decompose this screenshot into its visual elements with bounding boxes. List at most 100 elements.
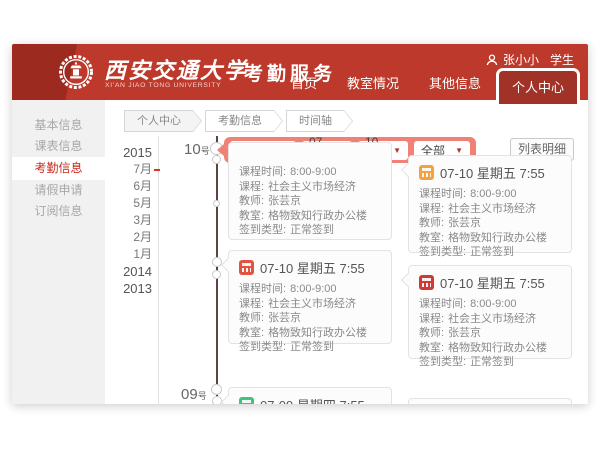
sidebar: 基本信息课表信息考勤信息请假申请订阅信息: [12, 100, 105, 404]
status-badge-icon: [419, 275, 434, 290]
card-header: 07-09 星期四 7:55: [229, 388, 391, 404]
timeline-rail-item[interactable]: 5月: [104, 195, 152, 212]
card-field-value: 社会主义市场经济: [448, 313, 536, 325]
card-field: 教师: 张芸京: [419, 326, 561, 341]
timeline-rail-item[interactable]: 3月: [104, 212, 152, 229]
timeline-rail-item[interactable]: 1月: [104, 246, 152, 263]
attendance-card[interactable]: [408, 398, 572, 404]
card-field-value: 格物致知行政办公楼: [448, 232, 547, 244]
card-field-value: 张芸京: [268, 312, 301, 324]
timeline-rail-item[interactable]: 2月: [104, 229, 152, 246]
timeline-node: [213, 200, 220, 207]
card-field-value: 张芸京: [448, 217, 481, 229]
card-field: 签到类型:正常签到: [419, 355, 561, 370]
card-field-value: 8:00-9:00: [290, 283, 336, 295]
card-field: 教师:张芸京: [239, 311, 381, 326]
card-field-value: 8:00-9:00: [470, 298, 516, 310]
card-header: 07-10 星期五 7:55: [409, 156, 571, 184]
card-field-label: 教师:: [419, 217, 444, 229]
timeline-rail-item[interactable]: 7月: [104, 161, 152, 178]
app-window: 西安交通大学 XI'AN JIAO TONG UNIVERSITY 考勤服务 张…: [12, 44, 588, 404]
breadcrumb-item[interactable]: 考勤信息: [205, 110, 283, 132]
card-field-value: 正常签到: [470, 356, 514, 368]
card-field-value: 社会主义市场经济: [268, 181, 356, 193]
timeline-month-rail: 20157月6月5月3月2月1月20142013: [104, 144, 152, 297]
card-body: 课程时间: 8:00-9:00 课程: 社会主义市场经济教师:张芸京教室: 格物致知行政…: [229, 279, 391, 363]
card-field-label: 课程:: [239, 298, 264, 310]
card-field-value: 8:00-9:00: [470, 188, 516, 200]
attendance-card[interactable]: 课程时间:8:00-9:00课程:社会主义市场经济教师:张芸京教室:格物致知行政…: [228, 142, 392, 240]
nav-item[interactable]: 个人中心: [496, 68, 580, 104]
card-body: 课程时间:8:00-9:00课程:社会主义市场经济教师:张芸京教室:格物致知行政…: [229, 143, 391, 246]
nav-item[interactable]: 其他信息: [414, 65, 496, 100]
day-label: 10号: [184, 141, 210, 159]
timeline-rail-item[interactable]: 2013: [104, 280, 152, 297]
card-date-title: 07-10 星期五 7:55: [440, 273, 545, 292]
card-field-label: 教室:: [239, 327, 264, 339]
card-field-value: 格物致知行政办公楼: [268, 327, 367, 339]
timeline-rail-item[interactable]: 2015: [104, 144, 152, 161]
timeline-node: [212, 155, 221, 164]
nav-item[interactable]: 首页: [276, 65, 332, 100]
card-field-label: 课程时间:: [239, 283, 286, 295]
card-field-label: 签到类型:: [419, 246, 466, 258]
breadcrumb-item[interactable]: 个人中心: [124, 110, 202, 132]
card-field: 教师: 张芸京: [419, 216, 561, 231]
card-field: 教室:格物致知行政办公楼: [239, 209, 381, 224]
card-field-value: 正常签到: [290, 224, 334, 236]
card-field: 课程时间:8:00-9:00: [239, 165, 381, 180]
app-header: 西安交通大学 XI'AN JIAO TONG UNIVERSITY 考勤服务 张…: [12, 44, 588, 100]
timeline-rail-item[interactable]: 2014: [104, 263, 152, 280]
attendance-card[interactable]: 07-09 星期四 7:55: [228, 387, 392, 404]
card-field-value: 社会主义市场经济: [268, 298, 356, 310]
rail-divider: [158, 136, 159, 404]
attendance-card[interactable]: 07-10 星期五 7:55课程时间:8:00-9:00课程:社会主义市场经济教…: [408, 265, 572, 359]
sidebar-item[interactable]: 请假申请: [12, 180, 105, 201]
sidebar-item[interactable]: 考勤信息: [12, 157, 105, 180]
current-month-tick-icon: [154, 169, 160, 171]
breadcrumb-item[interactable]: 时间轴: [286, 110, 353, 132]
card-date-title: 07-10 星期五 7:55: [440, 163, 545, 182]
card-field-value: 格物致知行政办公楼: [448, 342, 547, 354]
nav-item[interactable]: 教室情况: [332, 65, 414, 100]
card-field: 课程: 社会主义市场经济: [239, 297, 381, 312]
chevron-down-icon: ▼: [455, 146, 463, 155]
card-field-label: 课程时间:: [419, 298, 466, 310]
card-field-label: 教师:: [239, 195, 264, 207]
card-field-label: 教室:: [419, 342, 444, 354]
card-field: 签到类型: 正常签到: [239, 223, 381, 238]
card-field-value: 格物致知行政办公楼: [268, 210, 367, 222]
card-field-label: 签到类型:: [239, 341, 286, 353]
card-field: 教室: 格物致知行政办公楼: [239, 326, 381, 341]
sidebar-item[interactable]: 基本信息: [12, 115, 105, 136]
card-field: 课程时间: 8:00-9:00: [419, 187, 561, 202]
timeline-rail-item[interactable]: 6月: [104, 178, 152, 195]
card-field-value: 社会主义市场经济: [448, 203, 536, 215]
sidebar-item[interactable]: 订阅信息: [12, 201, 105, 222]
card-field-label: 教师:: [419, 327, 444, 339]
sidebar-item[interactable]: 课表信息: [12, 136, 105, 157]
main-nav: 首页教室情况其他信息个人中心: [276, 65, 580, 100]
card-body: 课程时间:8:00-9:00课程:社会主义市场经济教师:张芸京教室:格物致知行政…: [409, 184, 571, 268]
card-header: 07-10 星期五 7:55: [229, 251, 391, 279]
card-date-title: 07-10 星期五 7:55: [260, 258, 365, 277]
card-field-label: 教室:: [419, 232, 444, 244]
timeline-node: [211, 384, 222, 395]
card-field: 课程时间: 8:00-9:00: [239, 282, 381, 297]
card-field-value: 张芸京: [268, 195, 301, 207]
card-field-value: 8:00-9:00: [290, 166, 336, 178]
card-field-value: 正常签到: [290, 341, 334, 353]
card-field-label: 课程时间:: [419, 188, 466, 200]
page-background: 西安交通大学 XI'AN JIAO TONG UNIVERSITY 考勤服务 张…: [0, 0, 600, 450]
attendance-card[interactable]: 07-10 星期五 7:55课程时间:8:00-9:00课程:社会主义市场经济教…: [408, 155, 572, 253]
timeline-node: [212, 270, 221, 279]
university-name-en: XI'AN JIAO TONG UNIVERSITY: [105, 82, 221, 89]
card-field-label: 签到类型:: [239, 224, 286, 236]
card-field-value: 张芸京: [448, 327, 481, 339]
card-field: 签到类型:正常签到: [419, 245, 561, 260]
timeline-node: [212, 396, 222, 404]
university-logo-icon: [58, 54, 94, 90]
university-name-cn: 西安交通大学: [104, 53, 248, 85]
attendance-card[interactable]: 07-10 星期五 7:55课程时间:8:00-9:00课程:社会主义市场经济教…: [228, 250, 392, 344]
breadcrumb: 个人中心考勤信息时间轴: [124, 110, 353, 132]
